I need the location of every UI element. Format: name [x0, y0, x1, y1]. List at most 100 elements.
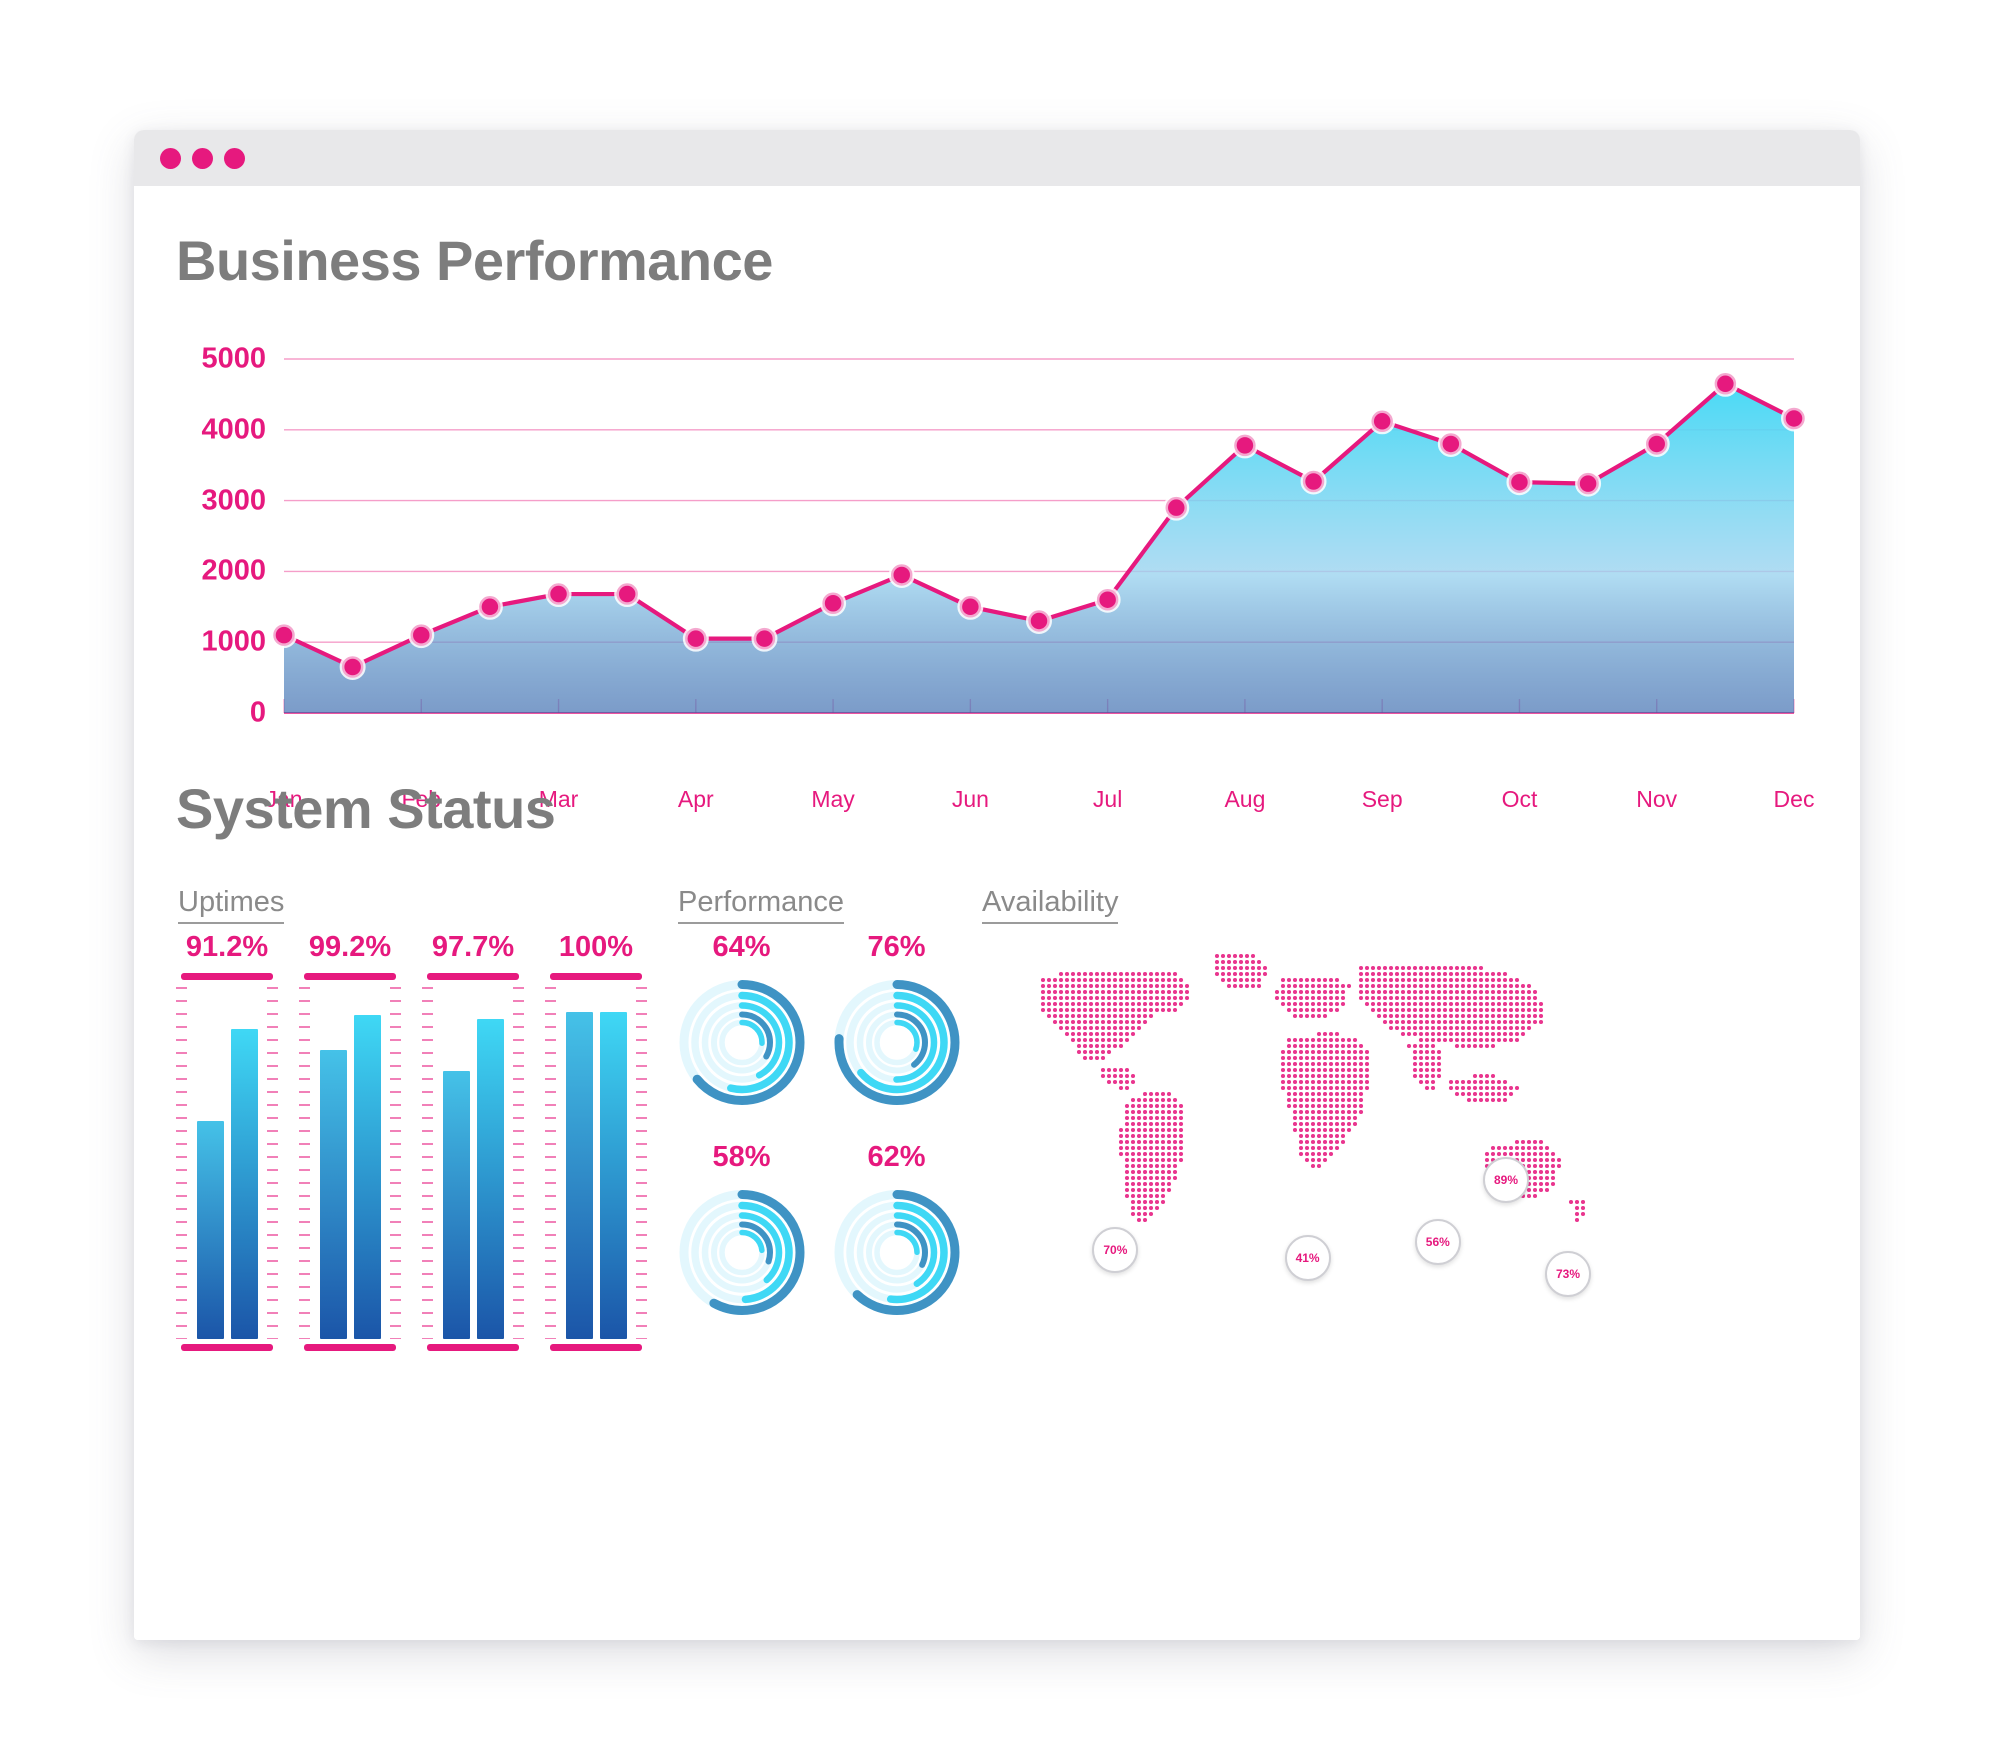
maximize-dot-icon[interactable] — [224, 148, 245, 169]
map-availability-marker[interactable]: 73% — [1545, 1250, 1591, 1297]
uptime-cap-top — [304, 973, 396, 980]
performance-donut-svg — [679, 1190, 804, 1315]
chart-x-tick-label: Aug — [1224, 786, 1266, 812]
performance-donut-label: 76% — [867, 931, 926, 963]
chart-data-point[interactable] — [410, 624, 433, 646]
chart-data-point[interactable] — [616, 583, 638, 605]
performance-donut-svg — [834, 1190, 959, 1315]
chart-data-point[interactable] — [890, 564, 913, 586]
chart-x-tick-label: Oct — [1501, 786, 1538, 812]
uptime-bar-well — [422, 987, 524, 1339]
chart-data-point[interactable] — [685, 627, 707, 650]
chart-x-tick-label: Jun — [951, 786, 989, 812]
uptimes-bar-chart: 91.2% 99.2% 97.7% 100% — [176, 931, 647, 1351]
uptime-bar[interactable] — [196, 1120, 224, 1339]
uptime-bar[interactable] — [599, 1011, 627, 1339]
window-content: Business Performance 0 1000 2000 3000 4000 50… — [134, 186, 1860, 1640]
uptime-bar[interactable] — [442, 1071, 470, 1339]
chart-x-tick-label: Dec — [1773, 786, 1815, 812]
uptime-group[interactable]: 97.7% — [422, 931, 524, 1351]
chart-data-point[interactable] — [1645, 433, 1668, 455]
chart-data-point[interactable] — [1783, 407, 1805, 430]
uptime-bar[interactable] — [476, 1018, 504, 1339]
chart-data-point[interactable] — [1234, 434, 1256, 457]
chart-data-point[interactable] — [1577, 472, 1599, 495]
chart-data-point[interactable] — [341, 656, 364, 678]
performance-donut[interactable]: 76% — [829, 931, 964, 1126]
uptime-bar[interactable] — [319, 1050, 347, 1339]
map-availability-marker[interactable]: 56% — [1414, 1219, 1461, 1266]
page-title-business-performance: Business Performance — [176, 229, 773, 292]
world-map-dotted — [1040, 953, 1586, 1223]
close-dot-icon[interactable] — [160, 148, 181, 169]
performance-donut[interactable]: 58% — [674, 1141, 809, 1336]
uptime-bars — [438, 987, 508, 1339]
chart-data-point[interactable] — [1302, 470, 1325, 493]
uptime-cap-bottom — [550, 1344, 642, 1351]
chart-data-point[interactable] — [1165, 496, 1188, 519]
chart-data-point[interactable] — [273, 624, 295, 646]
uptime-cap-bottom — [427, 1344, 519, 1351]
uptime-bars — [561, 987, 631, 1339]
availability-world-map: 70% 41% 56% 89% 73% — [979, 946, 1599, 1336]
window-titlebar[interactable] — [134, 130, 1860, 186]
uptime-tick-scale-right — [267, 987, 278, 1339]
chart-data-point[interactable] — [1440, 433, 1462, 455]
uptime-bar[interactable] — [565, 1011, 593, 1339]
performance-donut[interactable]: 62% — [829, 1141, 964, 1336]
uptime-bar-well — [545, 987, 647, 1339]
uptime-cap-bottom — [304, 1344, 396, 1351]
uptime-bar-well — [176, 987, 278, 1339]
chart-data-point[interactable] — [822, 592, 844, 615]
map-availability-marker[interactable]: 89% — [1483, 1157, 1529, 1203]
section-label-uptimes: Uptimes — [178, 886, 285, 924]
uptime-group[interactable]: 100% — [545, 931, 647, 1351]
chart-data-point[interactable] — [753, 627, 776, 650]
uptime-percent-label: 100% — [558, 931, 634, 963]
chart-y-tick-label: 0 — [249, 696, 266, 729]
chart-x-tick-label: Jul — [1092, 786, 1123, 812]
performance-donut[interactable]: 64% — [674, 931, 809, 1126]
chart-y-tick-label: 4000 — [201, 413, 266, 446]
uptime-bar-well — [299, 987, 401, 1339]
uptime-cap-bottom — [181, 1344, 273, 1351]
chart-data-point[interactable] — [1371, 410, 1393, 433]
map-availability-marker[interactable]: 41% — [1284, 1235, 1331, 1281]
performance-donut-svg — [679, 980, 804, 1105]
performance-donut-svg — [834, 980, 959, 1105]
chart-svg — [271, 358, 1807, 714]
uptime-bar[interactable] — [230, 1029, 258, 1339]
dashboard-page: Business Performance 0 1000 2000 3000 4000 50… — [0, 0, 2000, 1746]
section-label-performance: Performance — [678, 886, 845, 924]
chart-data-point[interactable] — [1714, 373, 1737, 395]
uptime-tick-scale-left — [422, 987, 433, 1339]
performance-donut-label: 58% — [712, 1141, 771, 1173]
uptime-percent-label: 91.2% — [185, 931, 269, 963]
uptime-group[interactable]: 91.2% — [176, 931, 278, 1351]
page-title-system-status: System Status — [176, 777, 556, 840]
chart-data-point[interactable] — [1508, 471, 1531, 493]
chart-y-tick-label: 3000 — [201, 484, 266, 517]
map-availability-marker[interactable]: 70% — [1092, 1227, 1139, 1274]
chart-x-tick-label: Sep — [1361, 786, 1403, 812]
chart-area-fill — [284, 383, 1794, 713]
chart-data-point[interactable] — [959, 596, 982, 618]
minimize-dot-icon[interactable] — [192, 148, 213, 169]
performance-donut-label: 62% — [867, 1141, 926, 1173]
chart-x-tick-label: May — [811, 786, 855, 812]
chart-data-point[interactable] — [479, 596, 501, 618]
chart-data-point[interactable] — [1096, 588, 1119, 611]
chart-data-point[interactable] — [1028, 610, 1050, 632]
uptime-bar[interactable] — [353, 1015, 381, 1339]
uptime-tick-scale-right — [636, 987, 647, 1339]
chart-data-point[interactable] — [547, 583, 570, 605]
uptime-cap-top — [181, 973, 273, 980]
uptime-tick-scale-right — [513, 987, 524, 1339]
uptime-group[interactable]: 99.2% — [299, 931, 401, 1351]
chart-x-tick-label: Nov — [1636, 786, 1678, 812]
uptime-tick-scale-left — [299, 987, 310, 1339]
chart-x-tick-label: Apr — [677, 786, 714, 812]
uptime-cap-top — [427, 973, 519, 980]
chart-y-tick-label: 2000 — [201, 554, 266, 587]
uptime-tick-scale-left — [176, 987, 187, 1339]
